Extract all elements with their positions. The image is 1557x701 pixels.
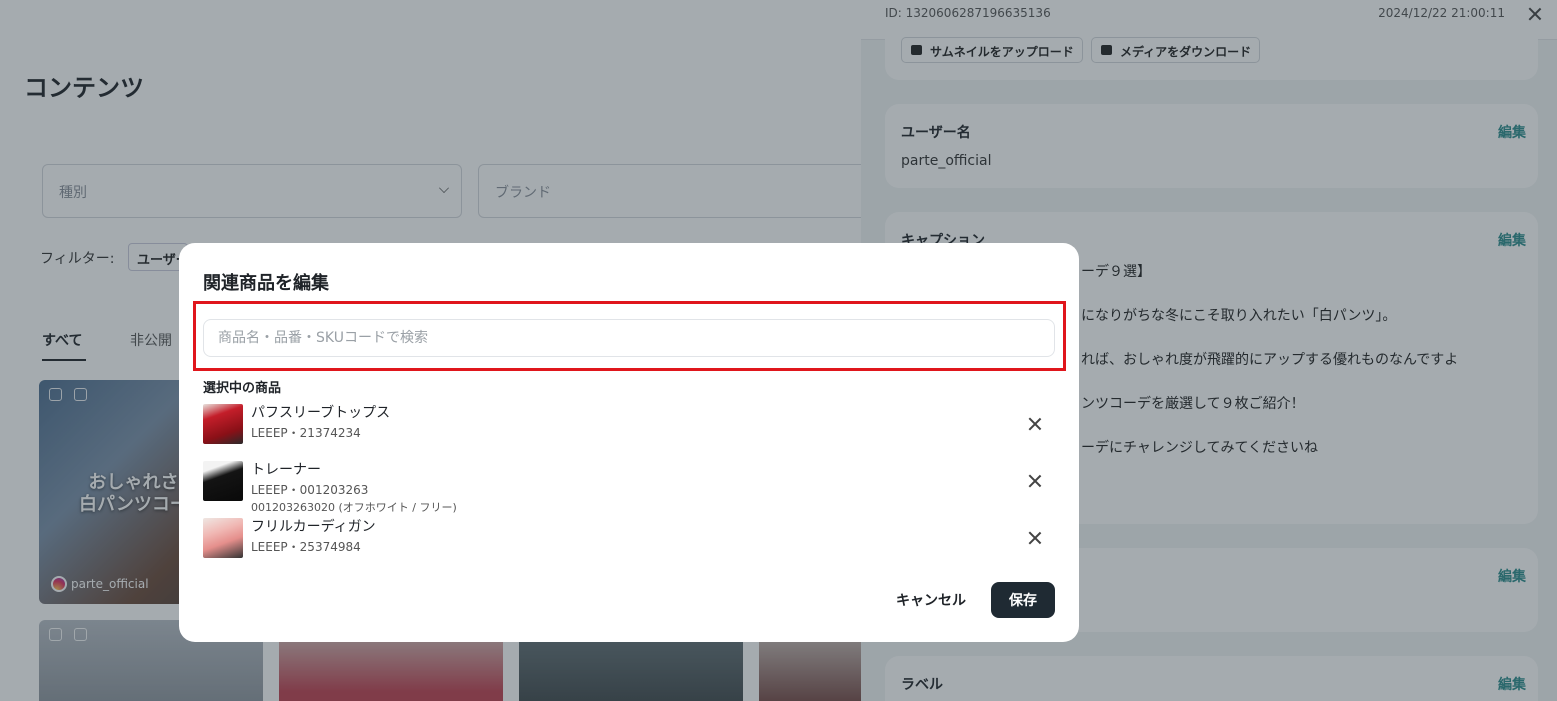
product-thumbnail (203, 461, 243, 501)
modal-title: 関連商品を編集 (203, 273, 329, 294)
edit-related-products-modal: 関連商品を編集 選択中の商品 パフスリーブトップス LEEEP・21374234… (179, 243, 1079, 642)
product-meta: LEEEP・001203263 (251, 483, 369, 497)
product-meta: LEEEP・21374234 (251, 426, 361, 440)
product-name: トレーナー (251, 462, 321, 478)
product-meta: LEEEP・25374984 (251, 540, 361, 554)
cancel-button[interactable]: キャンセル (891, 582, 971, 618)
product-thumbnail (203, 404, 243, 444)
product-variant: 001203263020 (オフホワイト / フリー) (251, 501, 457, 514)
save-button[interactable]: 保存 (991, 582, 1055, 618)
remove-product-icon[interactable] (1027, 473, 1043, 489)
selected-products-label: 選択中の商品 (203, 381, 282, 396)
remove-product-icon[interactable] (1027, 416, 1043, 432)
product-name: フリルカーディガン (251, 519, 376, 535)
remove-product-icon[interactable] (1027, 530, 1043, 546)
product-search-input[interactable] (203, 319, 1055, 357)
product-thumbnail (203, 518, 243, 558)
product-name: パフスリーブトップス (251, 405, 391, 421)
